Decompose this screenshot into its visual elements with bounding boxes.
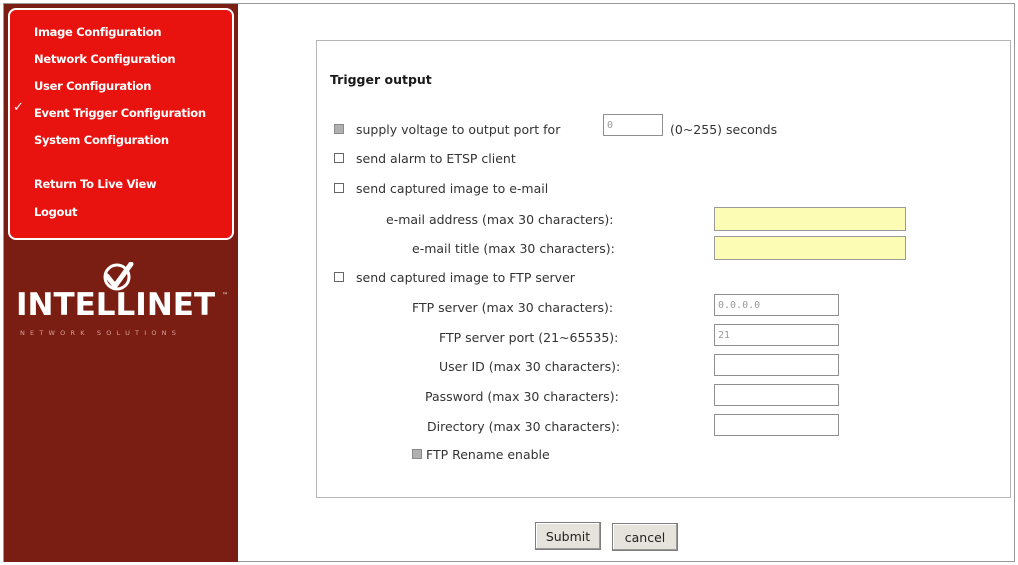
user-id-input[interactable] <box>714 354 839 376</box>
send-alarm-label: send alarm to ETSP client <box>356 151 516 166</box>
ftp-server-label: FTP server (max 30 characters): <box>412 300 614 315</box>
menu-item-user-configuration[interactable]: User Configuration <box>34 79 151 93</box>
section-heading: Trigger output <box>330 72 432 87</box>
send-ftp-label: send captured image to FTP server <box>356 270 575 285</box>
send-ftp-checkbox[interactable] <box>334 272 344 282</box>
supply-voltage-label: supply voltage to output port for <box>356 122 561 137</box>
directory-input[interactable] <box>714 414 839 436</box>
email-address-label: e-mail address (max 30 characters): <box>386 212 614 227</box>
ftp-server-input[interactable] <box>714 294 839 316</box>
send-email-label: send captured image to e-mail <box>356 181 549 196</box>
ftp-rename-label: FTP Rename enable <box>426 447 550 462</box>
menu-item-event-trigger-configuration[interactable]: Event Trigger Configuration <box>34 106 206 120</box>
menu-item-system-configuration[interactable]: System Configuration <box>34 133 169 147</box>
menu-item-return-to-live-view[interactable]: Return To Live View <box>34 177 157 191</box>
trigger-output-panel <box>316 40 1011 498</box>
ftp-port-label: FTP server port (21~65535): <box>439 330 619 345</box>
ftp-rename-checkbox[interactable] <box>412 449 422 459</box>
send-email-checkbox[interactable] <box>334 183 344 193</box>
menu-item-logout[interactable]: Logout <box>34 205 78 219</box>
supply-voltage-seconds-input[interactable] <box>603 114 663 136</box>
user-id-label: User ID (max 30 characters): <box>439 359 621 374</box>
cancel-button[interactable]: cancel <box>612 523 678 551</box>
brand-logo-text: INTELLINET <box>16 287 216 323</box>
directory-label: Directory (max 30 characters): <box>427 419 621 434</box>
password-label: Password (max 30 characters): <box>425 389 619 404</box>
submit-button[interactable]: Submit <box>535 522 601 550</box>
email-address-input[interactable] <box>714 207 906 231</box>
checkmark-icon: ✓ <box>13 100 24 115</box>
supply-voltage-range-label: (0~255) seconds <box>670 122 778 137</box>
brand-tagline: NETWORK SOLUTIONS <box>20 329 182 337</box>
send-alarm-checkbox[interactable] <box>334 153 344 163</box>
email-title-label: e-mail title (max 30 characters): <box>412 241 615 256</box>
email-title-input[interactable] <box>714 236 906 260</box>
password-input[interactable] <box>714 384 839 406</box>
menu-item-image-configuration[interactable]: Image Configuration <box>34 25 162 39</box>
ftp-port-input[interactable] <box>714 324 839 346</box>
trademark-symbol: ™ <box>222 292 228 299</box>
menu-item-network-configuration[interactable]: Network Configuration <box>34 52 176 66</box>
supply-voltage-checkbox[interactable] <box>334 124 344 134</box>
